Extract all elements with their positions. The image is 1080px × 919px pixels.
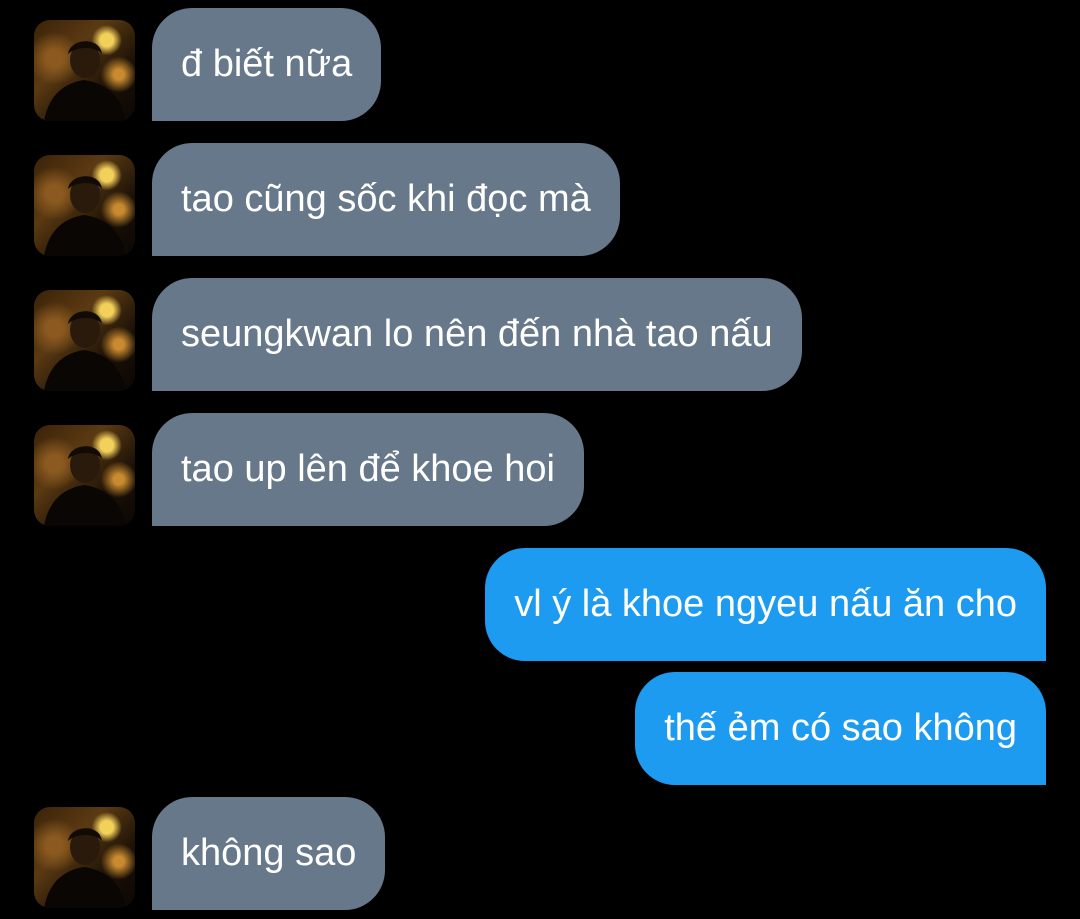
message-bubble-incoming[interactable]: đ biết nữa [152,8,382,121]
message-text: vl ý là khoe ngyeu nấu ăn cho [514,583,1017,625]
message-text: tao cũng sốc khi đọc mà [181,178,591,220]
contact-avatar[interactable] [34,807,135,908]
message-text: thế ẻm có sao không [664,707,1017,749]
contact-avatar[interactable] [34,20,135,121]
message-bubble-outgoing[interactable]: thế ẻm có sao không [635,672,1046,785]
message-row-incoming: không sao [0,797,1080,910]
person-silhouette-icon [44,828,126,908]
message-row-incoming: tao cũng sốc khi đọc mà [0,143,1080,256]
message-row-incoming: seungkwan lo nên đến nhà tao nấu [0,278,1080,391]
message-row-outgoing: thế ẻm có sao không [0,672,1080,785]
contact-avatar[interactable] [34,425,135,526]
message-text: đ biết nữa [181,43,353,85]
message-text: seungkwan lo nên đến nhà tao nấu [181,313,773,355]
message-row-outgoing: vl ý là khoe ngyeu nấu ăn cho [0,548,1080,661]
person-silhouette-icon [44,446,126,526]
contact-avatar[interactable] [34,290,135,391]
person-silhouette-icon [44,311,126,391]
person-silhouette-icon [44,176,126,256]
message-row-incoming: tao up lên để khoe hoi [0,413,1080,526]
person-silhouette-icon [44,41,126,121]
message-text: không sao [181,832,357,874]
message-bubble-incoming[interactable]: không sao [152,797,386,910]
message-row-incoming: đ biết nữa [0,8,1080,121]
contact-avatar[interactable] [34,155,135,256]
message-bubble-incoming[interactable]: tao up lên để khoe hoi [152,413,584,526]
message-text: tao up lên để khoe hoi [181,448,555,490]
message-bubble-incoming[interactable]: seungkwan lo nên đến nhà tao nấu [152,278,802,391]
message-bubble-incoming[interactable]: tao cũng sốc khi đọc mà [152,143,620,256]
message-bubble-outgoing[interactable]: vl ý là khoe ngyeu nấu ăn cho [485,548,1046,661]
